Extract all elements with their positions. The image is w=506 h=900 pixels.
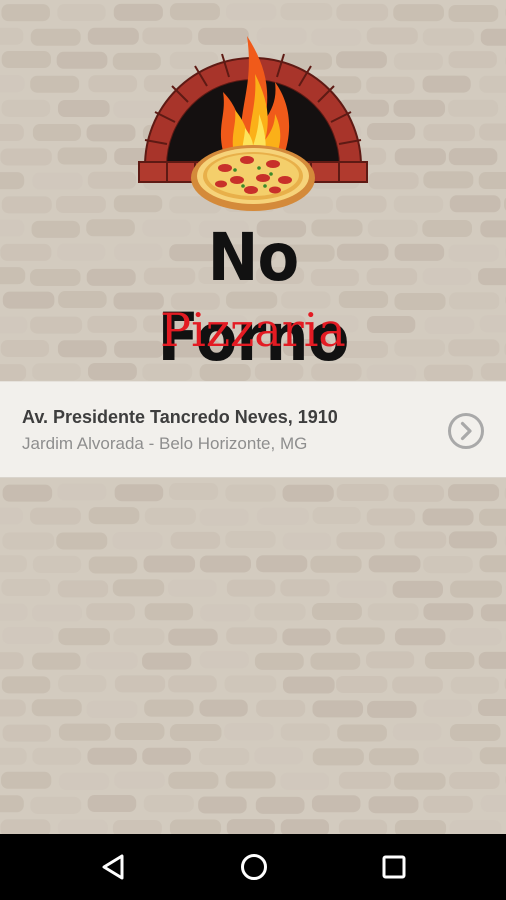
nav-back-button[interactable] (94, 847, 134, 887)
chevron-right-circle-icon[interactable] (447, 412, 485, 450)
address-city: Jardim Alvorada - Belo Horizonte, MG (22, 434, 308, 453)
brand-subtitle: Pizzaria (160, 303, 346, 357)
home-circle-icon (241, 854, 267, 880)
address-card[interactable]: Av. Presidente Tancredo Neves, 1910 Jard… (0, 381, 506, 478)
pizzaria-logo: No Forno Pizzaria (100, 28, 406, 376)
address-street: Av. Presidente Tancredo Neves, 1910 (22, 407, 338, 427)
nav-home-button[interactable] (234, 847, 274, 887)
nav-recents-button[interactable] (374, 847, 414, 887)
recents-square-icon (382, 855, 406, 879)
oven-pizza-icon (138, 36, 368, 211)
app-screen: No Forno Pizzaria Av. Presidente Tancred… (0, 0, 506, 900)
back-triangle-icon (102, 854, 124, 880)
navigation-bar (0, 834, 506, 900)
